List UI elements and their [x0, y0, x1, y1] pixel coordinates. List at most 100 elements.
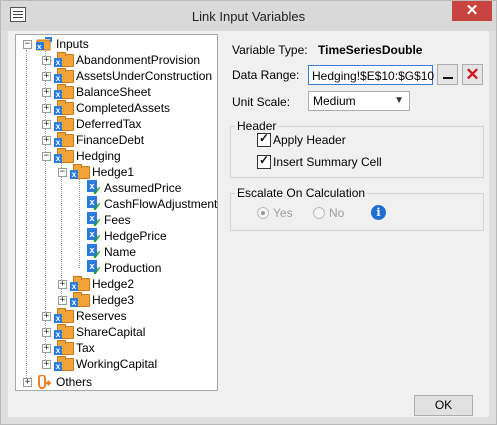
tree-node-variable[interactable]: x ✓ AssumedPrice: [16, 180, 215, 197]
tree-node-inputs[interactable]: − x Inputs: [16, 36, 215, 52]
tree-label: FinanceDebt: [76, 133, 145, 147]
expand-icon[interactable]: +: [42, 104, 51, 113]
minus-icon: [443, 77, 453, 79]
tree-node-variable[interactable]: x ✓ CashFlowAdjustment: [16, 196, 218, 213]
expand-icon[interactable]: +: [42, 344, 51, 353]
tree-label: DeferredTax: [76, 117, 142, 131]
tree-node-hedging[interactable]: − x Hedging: [16, 148, 215, 164]
tree-label: Name: [104, 245, 137, 259]
window-title: Link Input Variables: [191, 9, 306, 24]
tree-label: WorkingCapital: [76, 357, 158, 371]
unit-scale-label: Unit Scale:: [232, 95, 291, 109]
tree-node[interactable]: + x Tax: [16, 340, 215, 356]
inputs-folder-icon: x: [36, 37, 52, 51]
tree-node[interactable]: + x AssetsUnderConstruction: [16, 68, 215, 84]
tree-label: CashFlowAdjustment: [104, 197, 218, 211]
tree-label: AssumedPrice: [104, 181, 182, 195]
escalate-yes-radio[interactable]: [257, 207, 269, 219]
escalate-no-radio[interactable]: [313, 207, 325, 219]
variable-type-label: Variable Type:: [232, 43, 308, 57]
tree-node-others[interactable]: + Others: [16, 374, 215, 390]
folder-icon: x: [54, 324, 74, 339]
tree-label: BalanceSheet: [76, 85, 151, 99]
data-range-input[interactable]: Hedging!$E$10:$G$10: [308, 65, 434, 85]
variable-type-value: TimeSeriesDouble: [318, 43, 423, 57]
variable-linked-icon: x ✓: [87, 244, 102, 261]
variables-tree[interactable]: − x Inputs + x AbandonmentProvision + x: [15, 34, 218, 391]
tree-node[interactable]: + x BalanceSheet: [16, 84, 215, 100]
collapse-icon[interactable]: −: [23, 40, 32, 49]
folder-icon: x: [54, 148, 74, 163]
tree-label: Hedge3: [92, 293, 135, 307]
tree-node[interactable]: + x DeferredTax: [16, 116, 215, 132]
apply-header-checkbox[interactable]: ✓: [257, 131, 271, 147]
escalate-yes-label[interactable]: Yes: [273, 206, 293, 220]
tree-node-variable[interactable]: x ✓ Production: [16, 260, 215, 277]
expand-icon[interactable]: +: [42, 56, 51, 65]
check-icon: ✓: [258, 131, 270, 145]
tree-label: Reserves: [76, 309, 127, 323]
variable-linked-icon: x ✓: [87, 260, 102, 277]
remove-icon: ✕: [465, 65, 480, 84]
tree-node-hedge1[interactable]: − x Hedge1: [16, 164, 215, 180]
tree-node-variable[interactable]: x ✓ Name: [16, 244, 215, 261]
expand-icon[interactable]: +: [42, 360, 51, 369]
expand-icon[interactable]: +: [42, 136, 51, 145]
header-group-title: Header: [235, 119, 279, 133]
expand-icon[interactable]: +: [42, 88, 51, 97]
folder-icon: x: [54, 356, 74, 371]
folder-icon: x: [54, 68, 74, 83]
tree-label: Inputs: [56, 37, 89, 51]
folder-icon: x: [54, 52, 74, 67]
collapse-icon[interactable]: −: [58, 168, 67, 177]
expand-icon[interactable]: +: [42, 120, 51, 129]
tree-node[interactable]: + x Reserves: [16, 308, 215, 324]
tree-label: AbandonmentProvision: [76, 53, 201, 67]
unit-scale-select[interactable]: Medium ▼: [308, 91, 410, 111]
tree-node-hedge3[interactable]: + x Hedge3: [16, 292, 215, 308]
tree-label: Production: [104, 261, 162, 275]
tree-node[interactable]: + x CompletedAssets: [16, 100, 215, 116]
tree-label: Hedging: [76, 149, 121, 163]
chevron-down-icon: ▼: [394, 95, 404, 106]
info-icon[interactable]: i: [371, 205, 386, 220]
variable-linked-icon: x ✓: [87, 196, 102, 213]
tree-node[interactable]: + x WorkingCapital: [16, 356, 215, 372]
tree-node[interactable]: + x FinanceDebt: [16, 132, 215, 148]
expand-icon[interactable]: +: [58, 296, 67, 305]
expand-icon[interactable]: +: [42, 72, 51, 81]
tree-node[interactable]: + x AbandonmentProvision: [16, 52, 215, 68]
folder-icon: x: [70, 164, 90, 179]
collapse-icon[interactable]: −: [42, 152, 51, 161]
folder-icon: x: [54, 132, 74, 147]
insert-summary-label[interactable]: Insert Summary Cell: [273, 155, 382, 169]
clear-range-button[interactable]: ✕: [462, 64, 483, 85]
tree-label: Tax: [76, 341, 95, 355]
tree-label: ShareCapital: [76, 325, 146, 339]
tree-label: Others: [56, 375, 93, 389]
tree-node-hedge2[interactable]: + x Hedge2: [16, 276, 215, 292]
escalate-no-label[interactable]: No: [329, 206, 344, 220]
variable-linked-icon: x ✓: [87, 212, 102, 229]
tree-label: Fees: [104, 213, 131, 227]
expand-icon[interactable]: +: [42, 328, 51, 337]
dialog-body: − x Inputs + x AbandonmentProvision + x: [8, 31, 489, 417]
variable-linked-icon: x ✓: [87, 180, 102, 197]
expand-icon[interactable]: +: [23, 378, 32, 387]
collapse-range-button[interactable]: [437, 64, 458, 85]
variable-linked-icon: x ✓: [87, 228, 102, 245]
expand-icon[interactable]: +: [58, 280, 67, 289]
tree-node[interactable]: + x ShareCapital: [16, 324, 215, 340]
tree-label: HedgePrice: [104, 229, 167, 243]
folder-icon: x: [54, 340, 74, 355]
ok-button[interactable]: OK: [414, 395, 473, 416]
close-button[interactable]: ✕: [452, 1, 492, 21]
apply-header-label[interactable]: Apply Header: [273, 133, 346, 147]
expand-icon[interactable]: +: [42, 312, 51, 321]
title-bar[interactable]: Link Input Variables ✕: [1, 1, 496, 31]
tree-node-variable[interactable]: x ✓ HedgePrice: [16, 228, 215, 245]
tree-node-variable[interactable]: x ✓ Fees: [16, 212, 215, 229]
folder-icon: x: [54, 100, 74, 115]
insert-summary-checkbox[interactable]: ✓: [257, 153, 271, 169]
tree-label: CompletedAssets: [76, 101, 171, 115]
